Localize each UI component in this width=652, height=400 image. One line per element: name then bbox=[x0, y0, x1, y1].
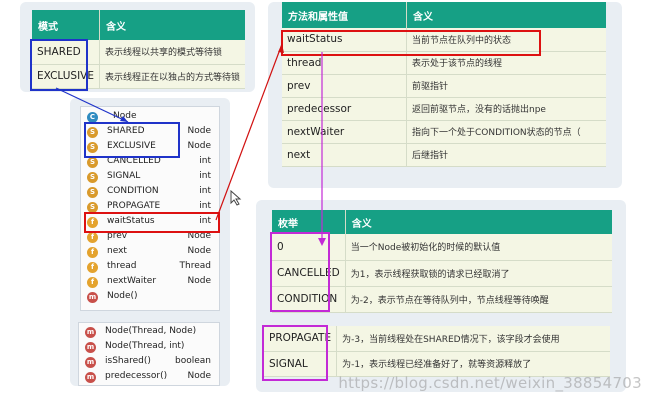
connector-arrows bbox=[55, 43, 326, 246]
mouse-cursor-icon bbox=[230, 190, 242, 206]
watermark-text: https://blog.csdn.net/weixin_38854703 bbox=[338, 374, 642, 392]
